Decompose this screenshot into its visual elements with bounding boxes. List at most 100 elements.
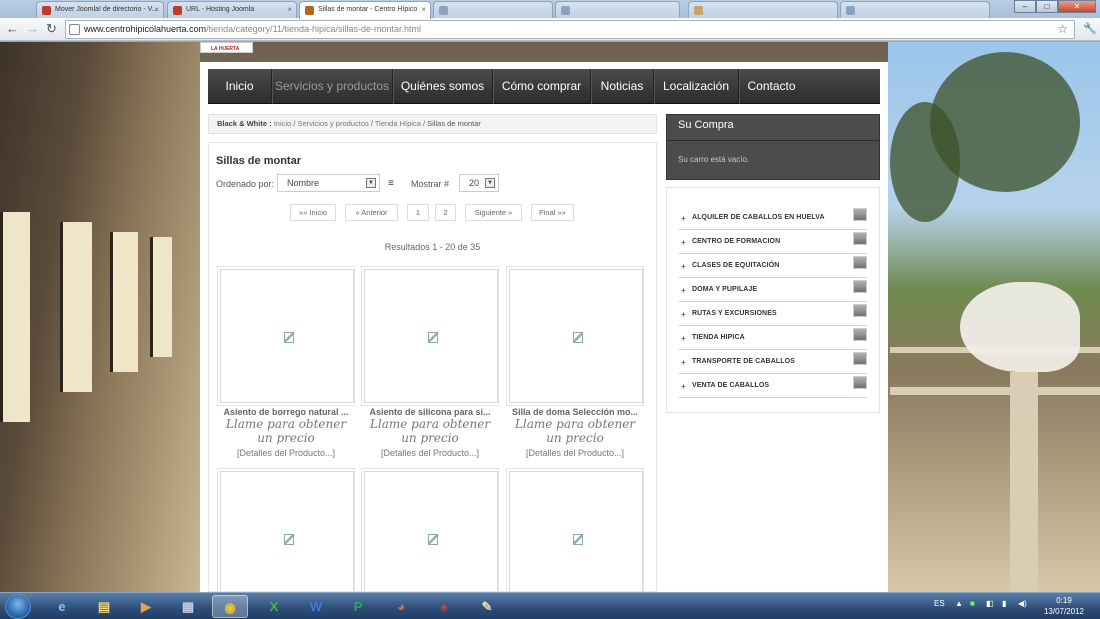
start-button[interactable] (5, 594, 31, 619)
breadcrumb-label: Black & White : (217, 119, 272, 128)
pagination-last[interactable]: Final »» (531, 204, 574, 221)
breadcrumb-link[interactable]: Servicios y productos (297, 119, 368, 128)
product-name[interactable]: Asiento de borrego natural ... (217, 407, 355, 417)
url-text[interactable]: www.centrohipicolahuerta.com/tienda/cate… (84, 24, 421, 34)
close-tab-icon[interactable]: × (421, 5, 426, 14)
browser-tab-strip: Mover Joomla! de directorio - V... × URL… (0, 0, 1100, 19)
site-favicon-icon (561, 6, 570, 15)
network-icon[interactable]: ▦ (170, 595, 206, 618)
chrome-icon[interactable]: ◉ (212, 595, 248, 618)
category-title: Sillas de montar (216, 155, 301, 167)
show-count-select[interactable]: 20 ▼ (459, 174, 499, 192)
system-clock[interactable]: 0:19 13/07/2012 (1038, 595, 1090, 617)
product-details-link[interactable]: [Detalles del Producto...] (361, 448, 499, 458)
product-card[interactable] (217, 468, 355, 592)
product-price: Llame para obtener un precio (514, 417, 636, 445)
pagination-first[interactable]: «« Inicio (290, 204, 336, 221)
breadcrumb-current: Sillas de montar (427, 119, 481, 128)
plus-icon: + (681, 358, 686, 367)
browser-tab-active[interactable]: Sillas de montar - Centro Hípico × (299, 1, 431, 19)
internet-explorer-icon[interactable]: e (44, 595, 80, 618)
plus-icon: + (681, 382, 686, 391)
browser-tab[interactable] (555, 1, 680, 18)
language-indicator[interactable]: ES (934, 599, 945, 608)
nav-item-quienes-somos[interactable]: Quiénes somos (393, 69, 493, 104)
product-card[interactable] (361, 468, 499, 592)
pagination-prev[interactable]: « Anterior (345, 204, 398, 221)
pagination-page[interactable]: 2 (435, 204, 456, 221)
nav-item-noticias[interactable]: Noticias (591, 69, 654, 104)
volume-icon[interactable]: ◀) (1018, 599, 1027, 608)
product-card[interactable] (217, 266, 355, 406)
file-explorer-icon[interactable]: ▤ (86, 595, 122, 618)
broken-image-icon[interactable] (428, 534, 438, 545)
network-status-icon[interactable]: ▮ (1002, 599, 1006, 608)
sidebar-item-tienda[interactable]: + TIENDA HIPICA (678, 326, 867, 350)
broken-image-icon[interactable] (284, 332, 294, 343)
product-card[interactable] (361, 266, 499, 406)
media-player-icon[interactable]: ▶ (128, 595, 164, 618)
thumbnail-image (853, 352, 867, 365)
broken-image-icon[interactable] (573, 332, 583, 343)
forward-icon[interactable]: → (26, 22, 39, 36)
close-tab-icon[interactable]: × (154, 5, 159, 14)
tray-app-icon[interactable]: ■ (970, 599, 975, 608)
tray-app-icon[interactable]: ◧ (986, 599, 994, 608)
maximize-button[interactable]: □ (1036, 0, 1058, 13)
sidebar-item-rutas[interactable]: + RUTAS Y EXCURSIONES (678, 302, 867, 326)
wrench-icon[interactable]: 🔧 (1083, 22, 1097, 35)
excel-icon[interactable]: X (256, 595, 292, 618)
browser-tab[interactable] (433, 1, 553, 18)
product-name[interactable]: Silla de doma Selección mo... (506, 407, 644, 417)
site-logo[interactable]: LA HUERTA (200, 42, 253, 53)
browser-tab[interactable] (688, 1, 838, 18)
close-tab-icon[interactable]: × (287, 5, 292, 14)
browser-tab[interactable] (840, 1, 990, 18)
product-details-link[interactable]: [Detalles del Producto...] (506, 448, 644, 458)
sort-direction-icon[interactable]: ≡ (388, 178, 394, 189)
bookmark-star-icon[interactable]: ☆ (1057, 22, 1068, 36)
back-icon[interactable]: ← (6, 22, 19, 36)
browser-tab[interactable]: Mover Joomla! de directorio - V... × (36, 1, 164, 18)
product-name[interactable]: Asiento de silicona para si... (361, 407, 499, 417)
sidebar-item-alquiler[interactable]: + ALQUILER DE CABALLOS EN HUELVA (678, 206, 867, 230)
app-icon[interactable]: ♠ (426, 595, 462, 618)
sidebar-item-transporte[interactable]: + TRANSPORTE DE CABALLOS (678, 350, 867, 374)
sidebar-item-doma[interactable]: + DOMA Y PUPILAJE (678, 278, 867, 302)
thumbnail-image (853, 232, 867, 245)
close-window-button[interactable]: ✕ (1058, 0, 1096, 13)
order-by-select[interactable]: Nombre ▼ (277, 174, 380, 192)
paint-icon[interactable]: ✎ (469, 595, 505, 618)
nav-item-servicios[interactable]: Servicios y productos (272, 69, 393, 104)
publisher-icon[interactable]: P (340, 595, 376, 618)
address-bar[interactable]: www.centrohipicolahuerta.com/tienda/cate… (65, 20, 1075, 39)
show-count-label: Mostrar # (411, 179, 450, 189)
order-by-label: Ordenado por: (216, 179, 275, 189)
word-icon[interactable]: W (298, 595, 334, 618)
broken-image-icon[interactable] (284, 534, 294, 545)
show-hidden-icons-icon[interactable]: ▲ (955, 599, 963, 608)
nav-item-como-comprar[interactable]: Cómo comprar (493, 69, 591, 104)
sidebar-item-centro-formacion[interactable]: + CENTRO DE FORMACION (678, 230, 867, 254)
reload-icon[interactable]: ↻ (46, 22, 57, 36)
product-card[interactable] (506, 468, 644, 592)
product-card[interactable] (506, 266, 644, 406)
thumbnail-image (853, 208, 867, 221)
pagination-next[interactable]: Siguiente » (465, 204, 522, 221)
product-details-link[interactable]: [Detalles del Producto...] (217, 448, 355, 458)
firefox-icon[interactable]: ◕ (383, 595, 419, 618)
sidebar-item-venta[interactable]: + VENTA DE CABALLOS (678, 374, 867, 398)
breadcrumb-link[interactable]: Tienda Hípica (375, 119, 421, 128)
plus-icon: + (681, 214, 686, 223)
nav-item-contacto[interactable]: Contacto (739, 69, 804, 104)
broken-image-icon[interactable] (428, 332, 438, 343)
breadcrumb-link[interactable]: Inicio (274, 119, 292, 128)
nav-item-inicio[interactable]: Inicio (208, 69, 272, 104)
sidebar-item-clases[interactable]: + CLASES DE EQUITACIÓN (678, 254, 867, 278)
broken-image-icon[interactable] (573, 534, 583, 545)
nav-item-localizacion[interactable]: Localización (654, 69, 739, 104)
site-favicon-icon (694, 6, 703, 15)
browser-tab[interactable]: URL - Hosting Joomla × (167, 1, 297, 18)
pagination-page[interactable]: 1 (407, 204, 429, 221)
minimize-button[interactable]: – (1014, 0, 1036, 13)
